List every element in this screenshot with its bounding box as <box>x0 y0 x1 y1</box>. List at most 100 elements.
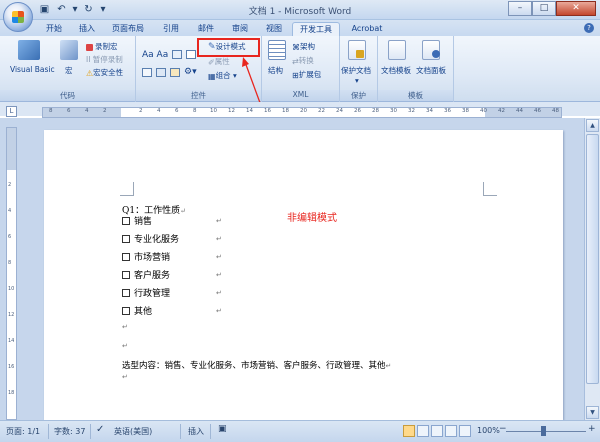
checkbox-option[interactable]: 其他 <box>122 304 152 317</box>
scroll-down-icon[interactable]: ▼ <box>586 406 599 419</box>
horizontal-ruler[interactable]: 8 6 4 2 2 4 6 8 10 12 14 16 18 20 22 24 … <box>42 107 562 118</box>
expansion-packs-label: 扩展包 <box>298 70 322 79</box>
office-button[interactable] <box>3 2 33 32</box>
web-layout-view-icon[interactable] <box>431 425 443 437</box>
structure-button[interactable]: 结构 <box>268 65 283 76</box>
protect-document-button[interactable]: 保护文档 <box>341 65 371 76</box>
tab-review[interactable]: 审阅 <box>229 22 251 36</box>
checkbox-option[interactable]: 专业化服务 <box>122 232 179 245</box>
ruler-number: 2 <box>103 108 107 114</box>
office-logo-icon <box>12 11 24 23</box>
vertical-ruler[interactable]: 2 4 6 8 10 12 14 16 18 <box>6 127 17 420</box>
word-count[interactable]: 字数: 37 <box>54 426 85 437</box>
transform-label: 转换 <box>298 56 314 65</box>
zoom-slider[interactable] <box>506 431 586 432</box>
building-block-control-icon[interactable] <box>142 68 152 77</box>
crop-mark <box>483 182 497 196</box>
group-label: 组合 <box>215 71 231 80</box>
info-icon <box>432 50 440 58</box>
document-panel-button[interactable]: 文档面板 <box>416 65 446 76</box>
picture-control-icon[interactable] <box>172 50 182 59</box>
minimize-button[interactable]: – <box>508 1 532 16</box>
rich-text-control-icon[interactable]: Aa Aa <box>142 50 168 60</box>
zoom-level[interactable]: 100% <box>477 426 500 435</box>
checkbox-icon[interactable] <box>122 307 130 315</box>
macro-security-button[interactable]: ⚠宏安全性 <box>86 67 123 78</box>
insert-mode[interactable]: 插入 <box>188 426 204 437</box>
visual-basic-button[interactable]: Visual Basic <box>10 65 55 74</box>
expansion-packs-button[interactable]: ⊞扩展包 <box>292 69 321 80</box>
checkbox-icon[interactable] <box>122 253 130 261</box>
selection-summary[interactable]: 选型内容：销售、专业化服务、市场营销、客户服务、行政管理、其他↵ <box>122 359 391 371</box>
tab-selector-icon[interactable]: L <box>6 106 17 117</box>
zoom-in-icon[interactable]: + <box>588 424 596 434</box>
help-icon[interactable]: ? <box>584 23 594 33</box>
protect-document-icon[interactable] <box>348 40 366 60</box>
paragraph-mark-icon: ↵ <box>216 253 222 261</box>
checkbox-icon[interactable] <box>122 289 130 297</box>
draft-view-icon[interactable] <box>459 425 471 437</box>
scroll-thumb[interactable] <box>586 134 599 384</box>
checkbox-icon[interactable] <box>122 271 130 279</box>
maximize-button[interactable]: □ <box>532 1 556 16</box>
option-label: 专业化服务 <box>134 235 180 245</box>
tab-developer[interactable]: 开发工具 <box>292 22 340 36</box>
tab-acrobat[interactable]: Acrobat <box>348 22 386 36</box>
ruler-number: 4 <box>157 108 161 114</box>
checkbox-icon[interactable] <box>122 235 130 243</box>
lock-icon <box>356 50 364 58</box>
vertical-scrollbar[interactable]: ▲ ▼ <box>584 118 600 420</box>
zoom-slider-thumb[interactable] <box>541 426 546 436</box>
structure-icon[interactable] <box>268 40 286 60</box>
ribbon: Visual Basic 宏 录制宏 II 暂停录制 ⚠宏安全性 代码 Aa A… <box>0 36 600 102</box>
page-count[interactable]: 页面: 1/1 <box>6 426 40 437</box>
print-layout-view-icon[interactable] <box>403 425 415 437</box>
document-panel-icon[interactable] <box>422 40 440 60</box>
checkbox-option[interactable]: 销售 <box>122 214 152 227</box>
combo-box-control-icon[interactable] <box>186 50 196 59</box>
tab-mailings[interactable]: 邮件 <box>195 22 217 36</box>
ruler-number: 8 <box>49 108 53 114</box>
tab-references[interactable]: 引用 <box>160 22 182 36</box>
protect-dropdown-icon[interactable]: ▾ <box>355 76 359 85</box>
ruler-number: 14 <box>8 338 15 344</box>
zoom-out-icon[interactable]: − <box>499 424 507 434</box>
status-divider <box>90 424 91 439</box>
legacy-tools-icon[interactable]: ⚙▾ <box>184 67 197 77</box>
record-macro-button[interactable]: 录制宏 <box>86 41 118 52</box>
group-button[interactable]: ▦组合 ▾ <box>208 70 237 81</box>
tab-page-layout[interactable]: 页面布局 <box>108 22 148 36</box>
date-picker-control-icon[interactable] <box>170 68 180 77</box>
transform-button[interactable]: ⇄转换 <box>292 55 314 66</box>
checkbox-icon[interactable] <box>122 217 130 225</box>
expansion-packs-icon: ⊞ <box>292 70 299 80</box>
outline-view-icon[interactable] <box>445 425 457 437</box>
pause-recording-button[interactable]: II 暂停录制 <box>86 54 123 65</box>
paragraph-mark-icon: ↵ <box>216 217 222 225</box>
checkbox-option[interactable]: 客户服务 <box>122 268 170 281</box>
paragraph-mark-icon: ↵ <box>216 289 222 297</box>
document-page[interactable]: Q1：工作性质↵ 销售 专业化服务 市场营销 客户服务 行政管理 其他 ↵ ↵ … <box>44 130 563 420</box>
close-button[interactable]: ✕ <box>556 1 596 16</box>
macro-button[interactable]: 宏 <box>65 65 73 76</box>
dropdown-control-icon[interactable] <box>156 68 166 77</box>
schema-button[interactable]: ⌘架构 <box>292 41 315 52</box>
ruler-number: 44 <box>516 108 523 114</box>
document-template-button[interactable]: 文档模板 <box>381 65 411 76</box>
proofing-icon[interactable]: ✓ <box>96 424 104 435</box>
tab-home[interactable]: 开始 <box>40 22 68 36</box>
checkbox-option[interactable]: 市场营销 <box>122 250 170 263</box>
scroll-up-icon[interactable]: ▲ <box>586 119 599 132</box>
checkbox-option[interactable]: 行政管理 <box>122 286 170 299</box>
full-screen-reading-view-icon[interactable] <box>417 425 429 437</box>
tab-view[interactable]: 视图 <box>263 22 285 36</box>
visual-basic-icon[interactable] <box>18 40 40 60</box>
macro-icon[interactable] <box>60 40 78 60</box>
tab-insert[interactable]: 插入 <box>76 22 98 36</box>
design-mode-highlight-box <box>197 38 260 57</box>
macro-recording-icon[interactable]: ▣ <box>218 424 227 434</box>
document-template-icon[interactable] <box>388 40 406 60</box>
language[interactable]: 英语(美国) <box>114 426 152 437</box>
group-label-templates: 模板 <box>378 90 453 101</box>
properties-button[interactable]: ✐属性 <box>208 56 230 67</box>
